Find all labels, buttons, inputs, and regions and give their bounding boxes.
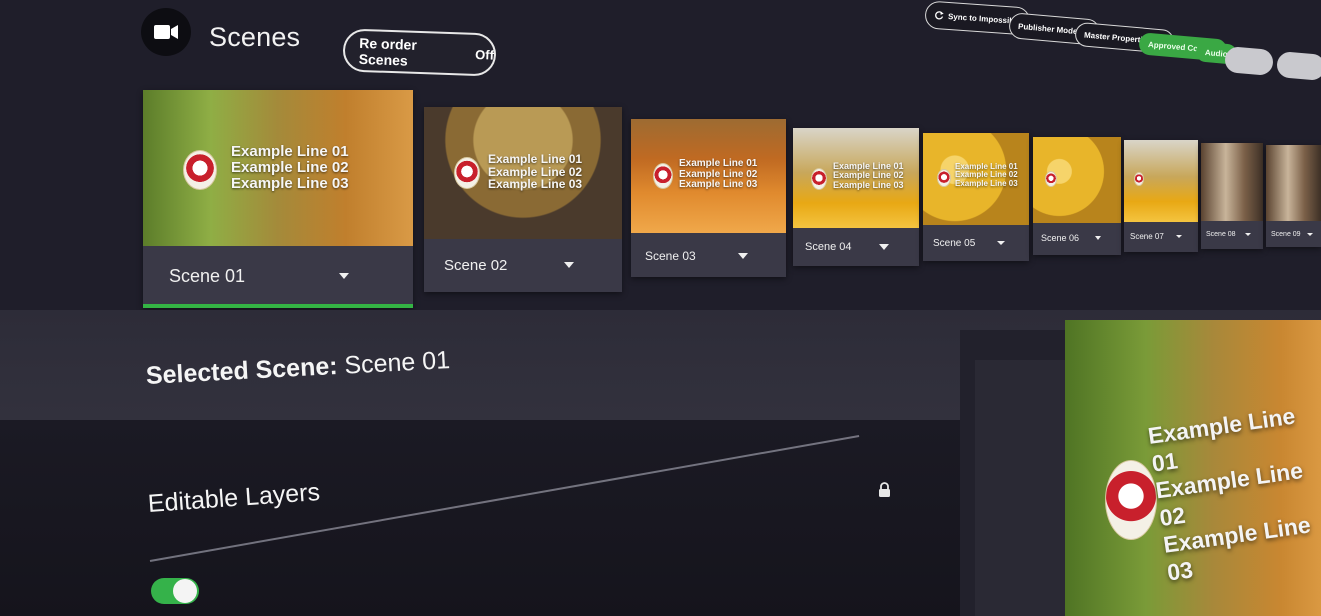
logo-icon [653, 163, 673, 189]
scene-card[interactable]: Scene 09 [1266, 145, 1321, 247]
scene-label-row: Scene 04 [793, 234, 919, 260]
scene-label: Scene 02 [444, 256, 508, 274]
logo-icon [811, 168, 827, 190]
scene-strip: Example Line 01 Example Line 02 Example Li… [0, 80, 1321, 320]
scene-label-row: Scene 01 [143, 256, 413, 296]
scene-label-row: Scene 07 [1124, 226, 1198, 246]
video-camera-icon [141, 8, 191, 56]
sync-icon [935, 11, 944, 20]
scene-card[interactable]: Example Line 01 Example Line 02 Example Li… [424, 107, 622, 292]
caret-down-icon[interactable] [1245, 232, 1251, 236]
preview-text: Example Line 01 Example Line 02 Example … [1146, 402, 1313, 586]
logo-icon [183, 150, 217, 190]
app-stage: Scenes Re order Scenes Off Sync to Impos… [0, 0, 1321, 616]
reorder-scenes-label: Re order Scenes [358, 34, 418, 69]
scene-thumbnail: Example Line 01 Example Line 02 Example Li… [424, 107, 622, 239]
scene-thumbnail: Example Line 01 Example Line 02 Example Li… [631, 119, 786, 233]
scene-thumbnail: Example Line 01 Example Line 02 Example Li… [923, 133, 1029, 225]
layer-toggle[interactable] [151, 578, 199, 604]
selected-scene-name: Scene 01 [343, 346, 451, 380]
logo-icon [1134, 172, 1144, 186]
page-title: Scenes [209, 22, 301, 52]
scene-label-row: Scene 08 [1201, 225, 1263, 243]
publisher-mode-label: Publisher Mode [1017, 21, 1078, 36]
scene-card[interactable]: Example Line 01 Example Line 02 Example Li… [143, 90, 413, 308]
caret-down-icon[interactable] [997, 241, 1005, 245]
caret-down-icon[interactable] [564, 262, 574, 268]
logo-icon [1045, 171, 1057, 187]
scene-label-row: Scene 03 [631, 241, 786, 271]
caret-down-icon[interactable] [339, 273, 349, 279]
reorder-scenes-toggle[interactable]: Re order Scenes Off [342, 28, 497, 77]
thumbnail-text: Example Line 01 Example Line 02 Example Li… [231, 143, 349, 192]
scene-thumbnail [1033, 137, 1121, 223]
scene-label-row: Scene 09 [1266, 225, 1321, 243]
scene-thumbnail: Example Line 01 Example Line 02 Example Li… [143, 90, 413, 246]
scene-label-row: Scene 02 [424, 247, 622, 283]
lock-icon[interactable] [878, 482, 891, 498]
editor-panel [0, 420, 960, 616]
scene-card[interactable]: Example Line 01 Example Line 02 Example Li… [793, 128, 919, 266]
caret-down-icon[interactable] [738, 253, 748, 259]
toolbar-button-a[interactable] [1223, 45, 1275, 77]
scene-label: Scene 09 [1271, 230, 1301, 238]
caret-down-icon[interactable] [879, 244, 889, 250]
toggle-knob [173, 579, 197, 603]
scene-card[interactable]: Example Line 01 Example Line 02 Example Li… [923, 133, 1029, 261]
header: Scenes Re order Scenes Off Sync to Impos… [0, 0, 1321, 90]
scene-card[interactable]: Scene 06 [1033, 137, 1121, 255]
scene-label: Scene 04 [805, 241, 852, 253]
scene-thumbnail [1201, 143, 1263, 221]
scene-card[interactable]: Example Line 01 Example Line 02 Example Li… [631, 119, 786, 277]
scene-card[interactable]: Scene 08 [1201, 143, 1263, 249]
toolbar: Sync to Impossible Publisher Mode Off Ma… [924, 0, 1321, 90]
scene-label: Scene 08 [1206, 230, 1236, 238]
scene-label: Scene 07 [1130, 231, 1164, 241]
thumbnail-text: Example Line 01 Example Line 02 Example Li… [955, 162, 1018, 188]
scene-card[interactable]: Scene 07 [1124, 140, 1198, 252]
scene-label-row: Scene 06 [1033, 227, 1121, 249]
logo-icon [937, 169, 951, 187]
caret-down-icon[interactable] [1307, 232, 1313, 236]
scene-label: Scene 06 [1041, 233, 1080, 243]
thumbnail-text: Example Line 01 Example Line 02 Example Li… [679, 158, 758, 190]
logo-icon [454, 157, 480, 189]
caret-down-icon[interactable] [1176, 234, 1182, 238]
active-indicator [143, 304, 413, 308]
caret-down-icon[interactable] [1095, 236, 1101, 240]
logo-icon [1105, 460, 1157, 540]
scene-label: Scene 01 [169, 265, 246, 286]
scene-label-row: Scene 05 [923, 231, 1029, 255]
scene-preview: Example Line 01 Example Line 02 Example … [1065, 320, 1321, 616]
thumbnail-text: Example Line 01 Example Line 02 Example Li… [833, 161, 904, 190]
scene-thumbnail [1124, 140, 1198, 222]
scene-label: Scene 03 [645, 249, 696, 263]
thumbnail-text: Example Line 01 Example Line 02 Example Li… [488, 152, 583, 192]
toolbar-button-b[interactable] [1275, 50, 1321, 82]
scene-thumbnail [1266, 145, 1321, 221]
reorder-scenes-state: Off [474, 46, 495, 63]
scene-label: Scene 05 [933, 237, 976, 249]
scene-thumbnail: Example Line 01 Example Line 02 Example Li… [793, 128, 919, 228]
